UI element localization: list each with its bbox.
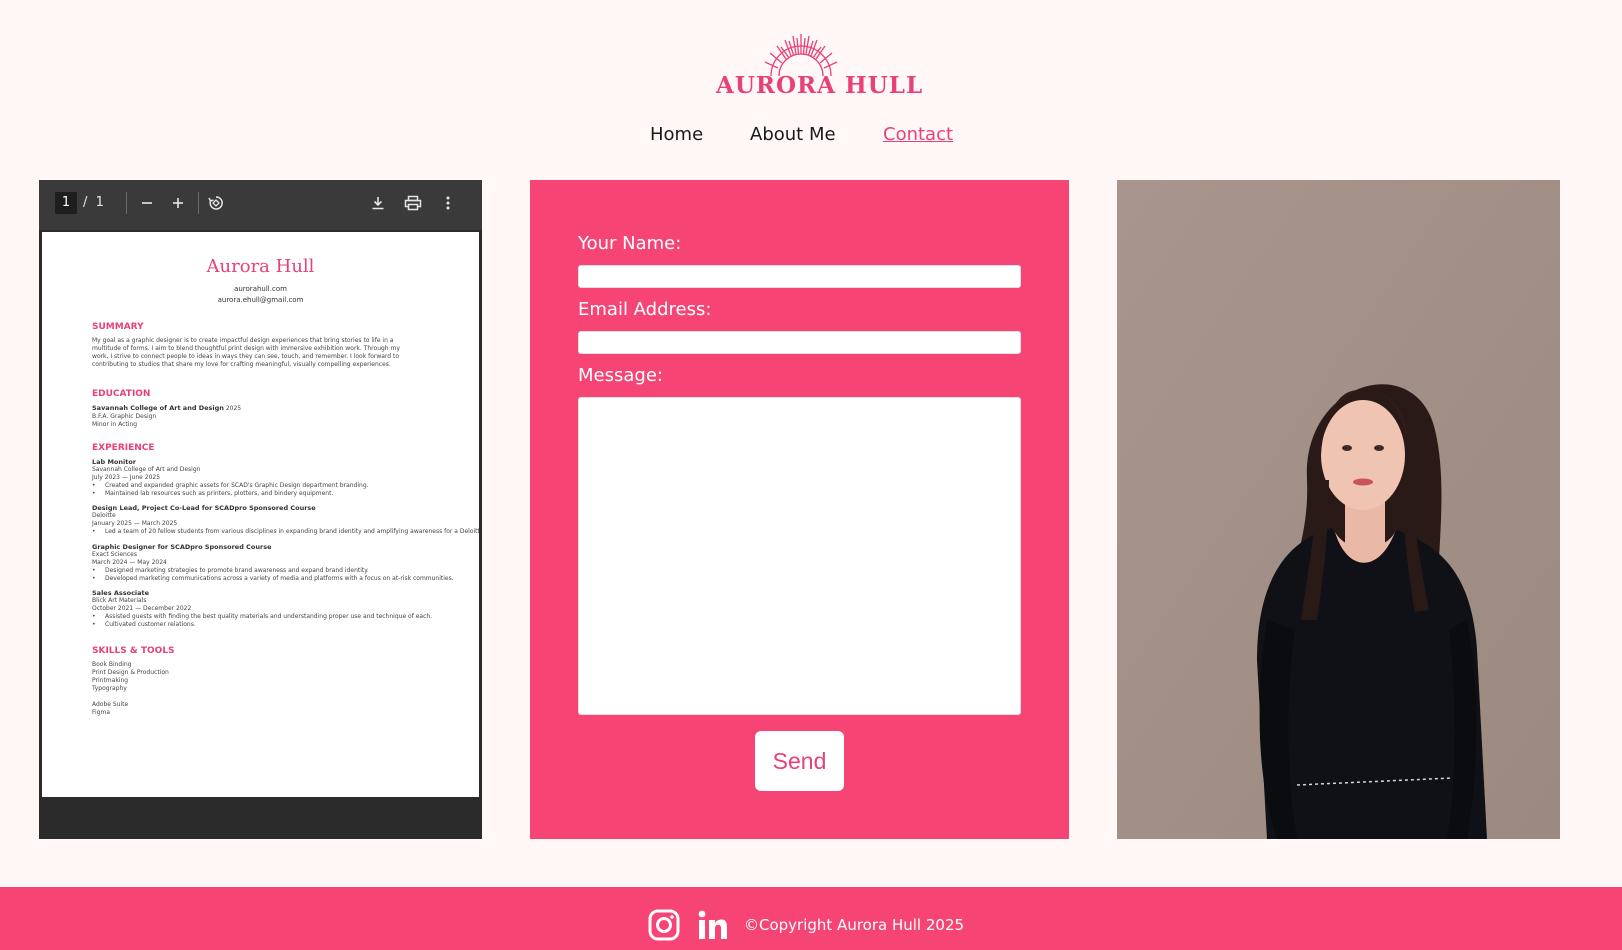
resume-summary: My goal as a graphic designer is to crea…	[92, 337, 400, 368]
resume-skills: Book Binding Print Design & Production P…	[92, 661, 169, 716]
resume-experience-heading: EXPERIENCE	[92, 443, 155, 453]
resume-pdf-viewer[interactable]: 1 / 1 Aurora Hull aurorahull.com aurora.…	[39, 180, 482, 839]
site-footer: ©Copyright Aurora Hull 2025	[0, 887, 1622, 950]
email-field[interactable]	[578, 331, 1021, 354]
resume-education: Savannah College of Art and Design 2025 …	[92, 404, 242, 428]
sun-rays-icon	[764, 34, 838, 76]
resume-website: aurorahull.com	[234, 285, 287, 293]
resume-job: Lab Monitor Savannah College of Art and …	[92, 458, 422, 498]
resume-job: Graphic Designer for SCADpro Sponsored C…	[92, 543, 454, 583]
zoom-out-icon[interactable]	[134, 190, 160, 216]
brand-name: AURORA HULL	[716, 72, 924, 99]
nav-home[interactable]: Home	[650, 124, 703, 145]
more-icon[interactable]	[435, 190, 461, 216]
page-count: / 1	[83, 195, 104, 210]
linkedin-icon[interactable]	[697, 909, 729, 941]
rotate-icon[interactable]	[203, 190, 229, 216]
download-icon[interactable]	[365, 190, 391, 216]
resume-summary-heading: SUMMARY	[92, 322, 144, 332]
instagram-icon[interactable]	[648, 909, 680, 941]
site-logo[interactable]: AURORA HULL	[716, 32, 924, 110]
name-field[interactable]	[578, 265, 1021, 288]
print-icon[interactable]	[400, 190, 426, 216]
contact-form: Your Name: Email Address: Message: Send	[530, 180, 1069, 839]
resume-education-heading: EDUCATION	[92, 389, 151, 399]
toolbar-divider	[126, 192, 127, 214]
message-field[interactable]	[578, 397, 1021, 715]
copyright-text: ©Copyright Aurora Hull 2025	[744, 916, 965, 934]
nav-contact[interactable]: Contact	[883, 124, 953, 145]
toolbar-divider	[198, 192, 199, 214]
resume-skills-heading: SKILLS & TOOLS	[92, 646, 175, 656]
page-number-input[interactable]: 1	[55, 192, 77, 214]
resume-name: Aurora Hull	[206, 256, 315, 277]
main-nav: Home About Me Contact	[0, 124, 1622, 154]
resume-job: Design Lead, Project Co-Lead for SCADpro…	[92, 504, 479, 536]
resume-email: aurora.ehull@gmail.com	[217, 296, 304, 304]
nav-about-me[interactable]: About Me	[750, 124, 836, 145]
email-label: Email Address:	[578, 299, 712, 320]
portrait-photo	[1117, 180, 1560, 839]
name-label: Your Name:	[578, 233, 682, 254]
resume-job: Sales Associate Blick Art Materials Octo…	[92, 589, 432, 629]
message-label: Message:	[578, 365, 663, 386]
pdf-toolbar: 1 / 1	[39, 180, 482, 230]
zoom-in-icon[interactable]	[165, 190, 191, 216]
send-button[interactable]: Send	[755, 731, 844, 791]
resume-page: Aurora Hull aurorahull.com aurora.ehull@…	[42, 232, 479, 797]
